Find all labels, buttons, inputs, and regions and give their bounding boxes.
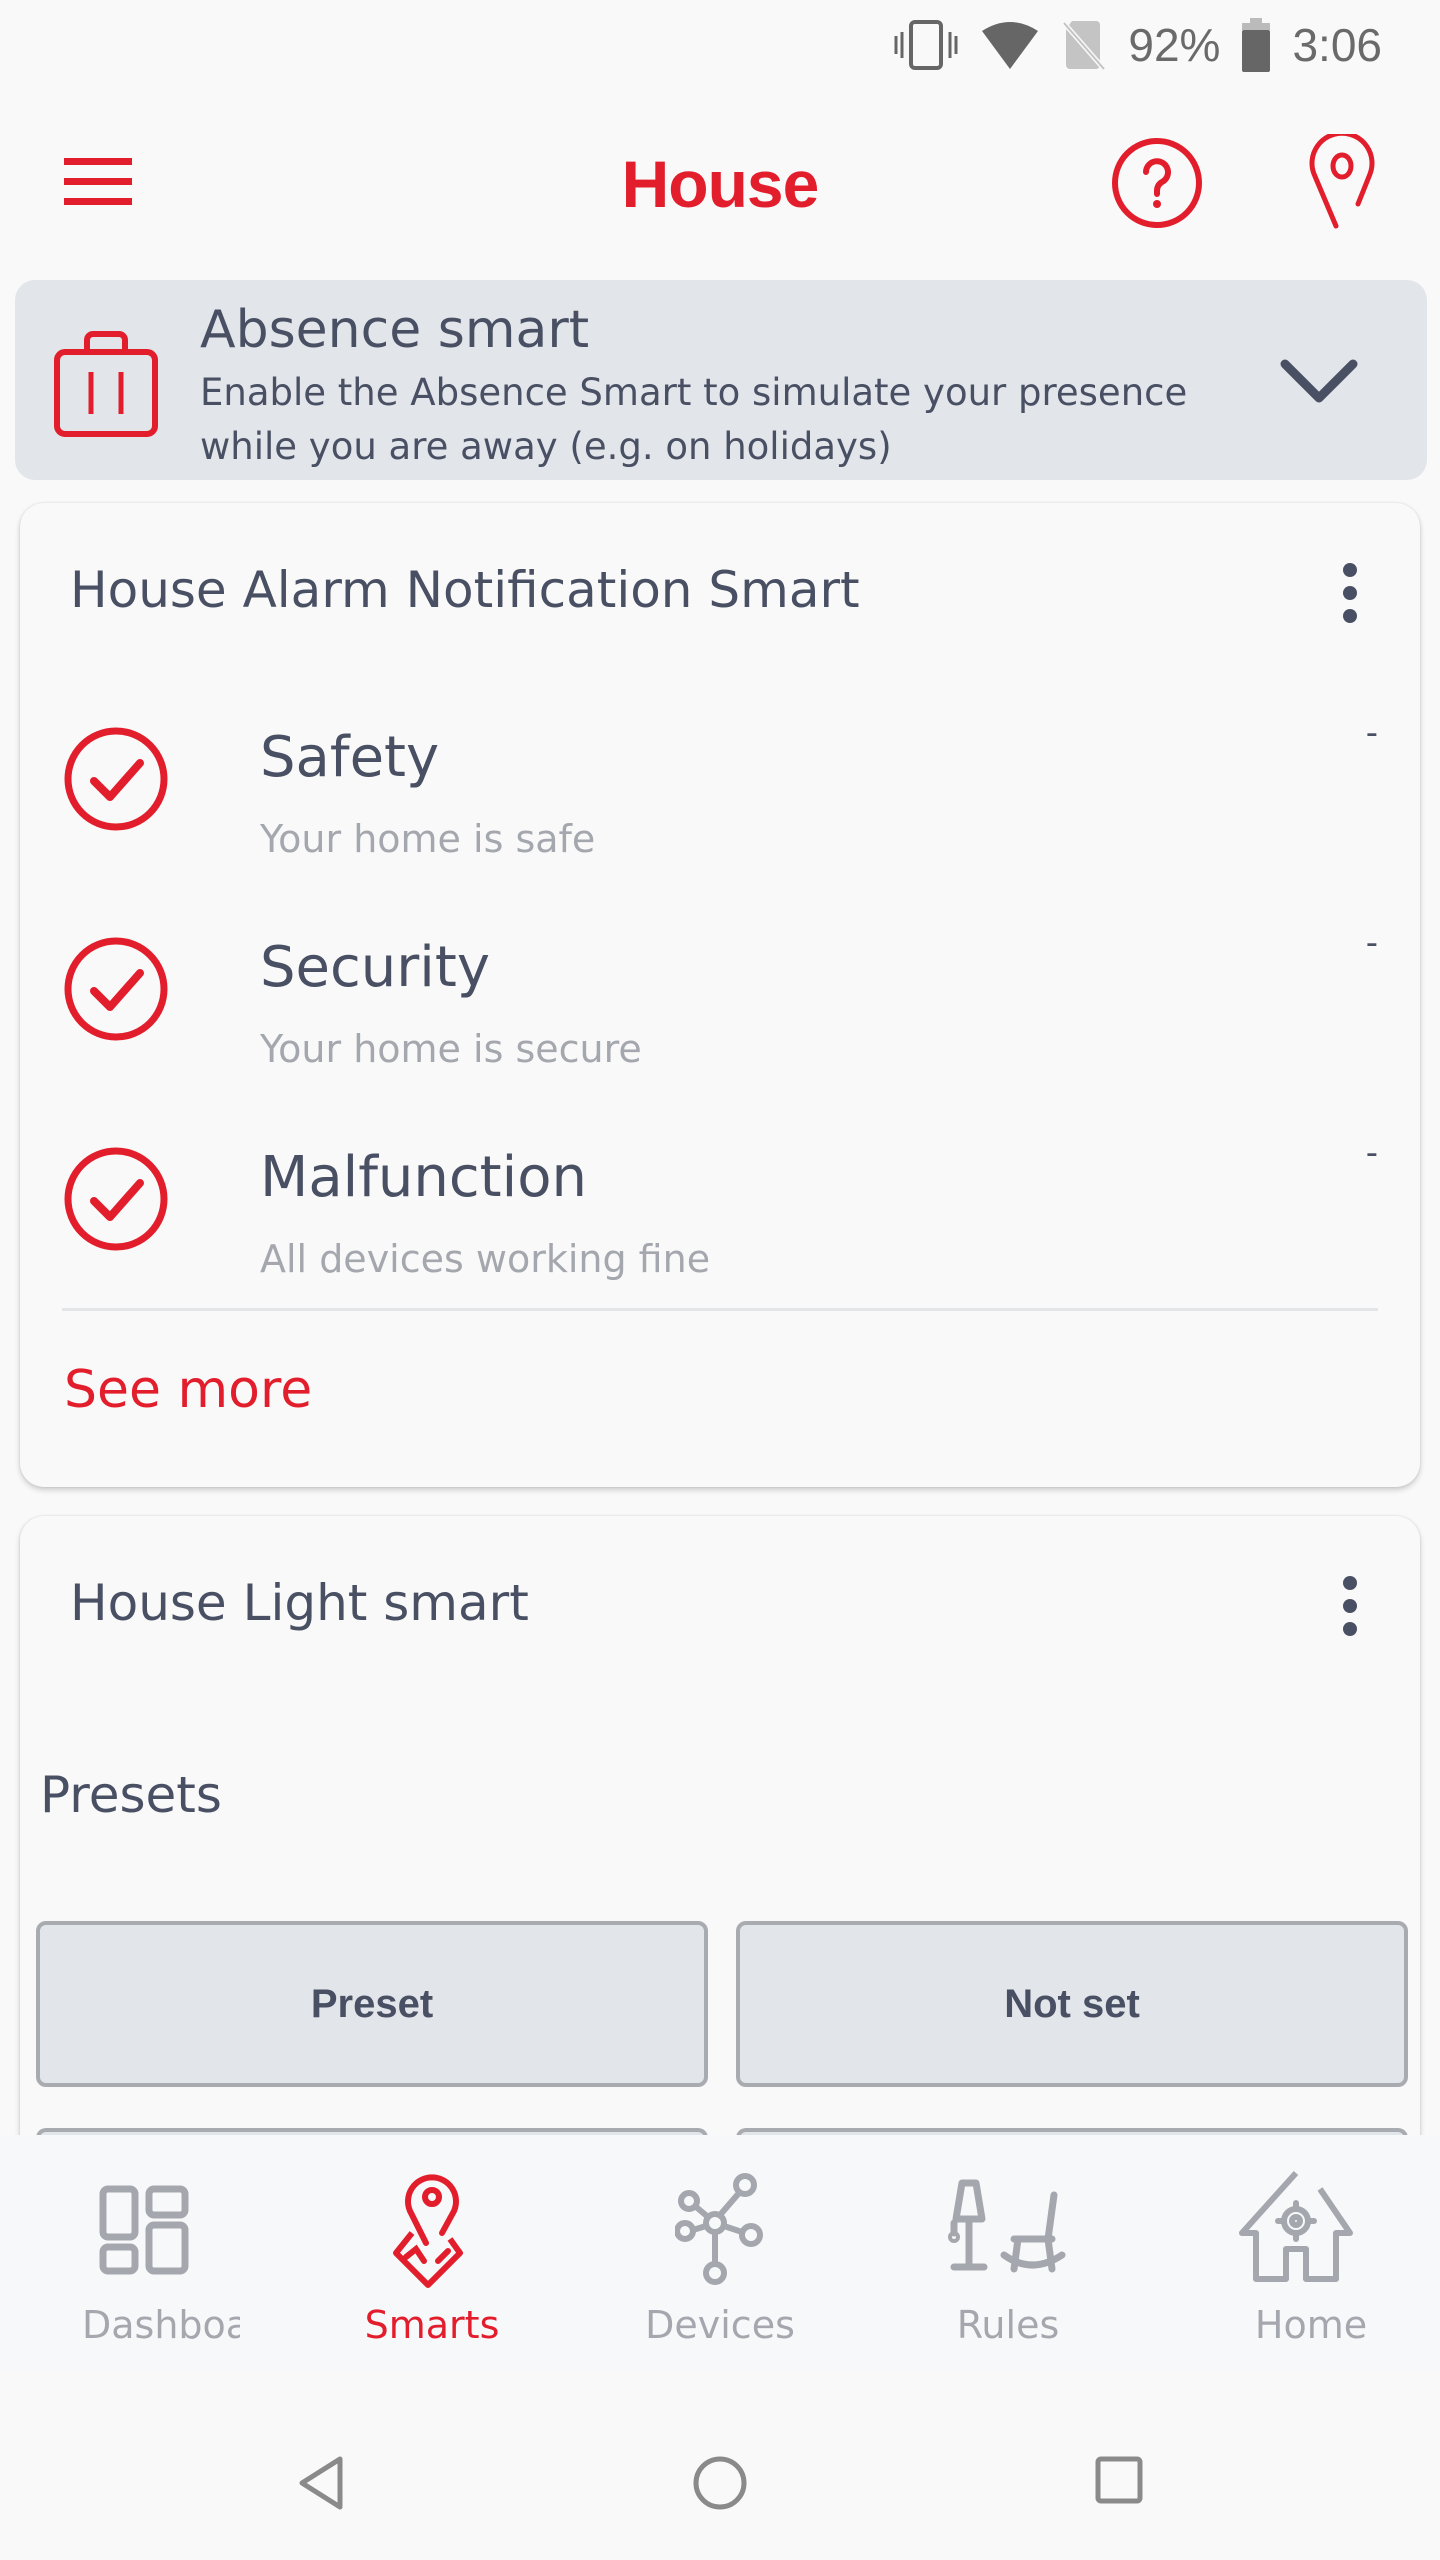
recents-icon[interactable]	[1094, 2455, 1144, 2505]
presets-label: Presets	[40, 1766, 222, 1824]
battery-icon	[1242, 18, 1271, 72]
nav-smarts[interactable]: Smarts	[288, 2135, 576, 2370]
absence-smart-title: Absence smart	[200, 300, 590, 360]
dashboard-icon	[99, 2185, 189, 2275]
bottom-navigation: Dashboard Smarts De	[0, 2135, 1440, 2370]
nav-label: Rules	[956, 2303, 1060, 2347]
battery-percent: 92%	[1128, 19, 1221, 71]
help-icon	[1112, 138, 1202, 228]
alarm-notification-card: House Alarm Notification Smart Safety Yo…	[20, 503, 1420, 1487]
alarm-item-name: Malfunction	[260, 1145, 587, 1210]
nav-dashboard[interactable]: Dashboard	[0, 2135, 288, 2370]
preset-button-2[interactable]: Not set	[736, 1921, 1408, 2087]
alarm-item-value: -	[1365, 713, 1378, 753]
help-button[interactable]	[1110, 136, 1204, 234]
nav-label: Home	[1254, 2303, 1368, 2347]
nav-label: Dashboard	[82, 2303, 240, 2347]
alarm-item-safety[interactable]: Safety Your home is safe -	[20, 713, 1420, 925]
system-navigation-bar	[0, 2370, 1440, 2560]
alarm-item-status: Your home is secure	[260, 1027, 642, 1071]
alarm-item-value: -	[1365, 923, 1378, 963]
devices-network-icon	[675, 2173, 763, 2285]
page-title: House	[621, 147, 820, 221]
preset-button-1[interactable]: Preset	[36, 1921, 708, 2087]
alarm-item-name: Safety	[260, 725, 440, 790]
nav-home[interactable]: Home	[1152, 2135, 1440, 2370]
location-pin-icon	[1309, 130, 1375, 229]
light-smart-card: House Light smart Presets Preset Not set	[20, 1516, 1420, 2156]
nav-label: Smarts	[364, 2303, 500, 2347]
alarm-item-security[interactable]: Security Your home is secure -	[20, 923, 1420, 1135]
back-icon[interactable]	[296, 2455, 346, 2511]
clock: 3:06	[1292, 19, 1382, 71]
home-circle-icon[interactable]	[692, 2455, 748, 2511]
more-vert-icon	[1343, 563, 1357, 577]
more-vert-icon	[1343, 1576, 1357, 1590]
smarts-pin-icon	[393, 2174, 463, 2288]
wifi-icon	[982, 22, 1039, 69]
alarm-item-value: -	[1365, 1133, 1378, 1173]
chevron-down-icon[interactable]	[1277, 356, 1361, 410]
absence-smart-banner[interactable]: Absence smart Enable the Absence Smart t…	[15, 280, 1427, 480]
alarm-card-more-button[interactable]	[1335, 563, 1365, 633]
nav-devices[interactable]: Devices	[576, 2135, 864, 2370]
alarm-item-status: Your home is safe	[260, 817, 596, 861]
check-circle-icon	[64, 937, 168, 1041]
home-gear-icon	[1239, 2170, 1353, 2282]
check-circle-icon	[64, 1147, 168, 1251]
app-bar: House	[0, 110, 1440, 260]
check-circle-icon	[64, 727, 168, 831]
alarm-card-title: House Alarm Notification Smart	[70, 561, 860, 619]
see-more-link[interactable]: See more	[64, 1360, 312, 1420]
rules-lamp-chair-icon	[948, 2179, 1066, 2273]
divider	[62, 1308, 1378, 1311]
alarm-item-status: All devices working fine	[260, 1237, 711, 1281]
absence-smart-description: Enable the Absence Smart to simulate you…	[200, 371, 1188, 468]
alarm-item-name: Security	[260, 935, 490, 1000]
suitcase-icon	[54, 331, 158, 437]
nav-rules[interactable]: Rules	[864, 2135, 1152, 2370]
location-button[interactable]	[1306, 130, 1378, 234]
nav-label: Devices	[645, 2303, 795, 2347]
status-bar: 92% 3:06	[0, 0, 1440, 90]
light-card-title: House Light smart	[70, 1574, 529, 1632]
light-card-more-button[interactable]	[1335, 1576, 1365, 1646]
no-sim-icon	[1062, 21, 1107, 71]
vibrate-icon	[894, 20, 958, 70]
alarm-item-malfunction[interactable]: Malfunction All devices working fine -	[20, 1133, 1420, 1345]
